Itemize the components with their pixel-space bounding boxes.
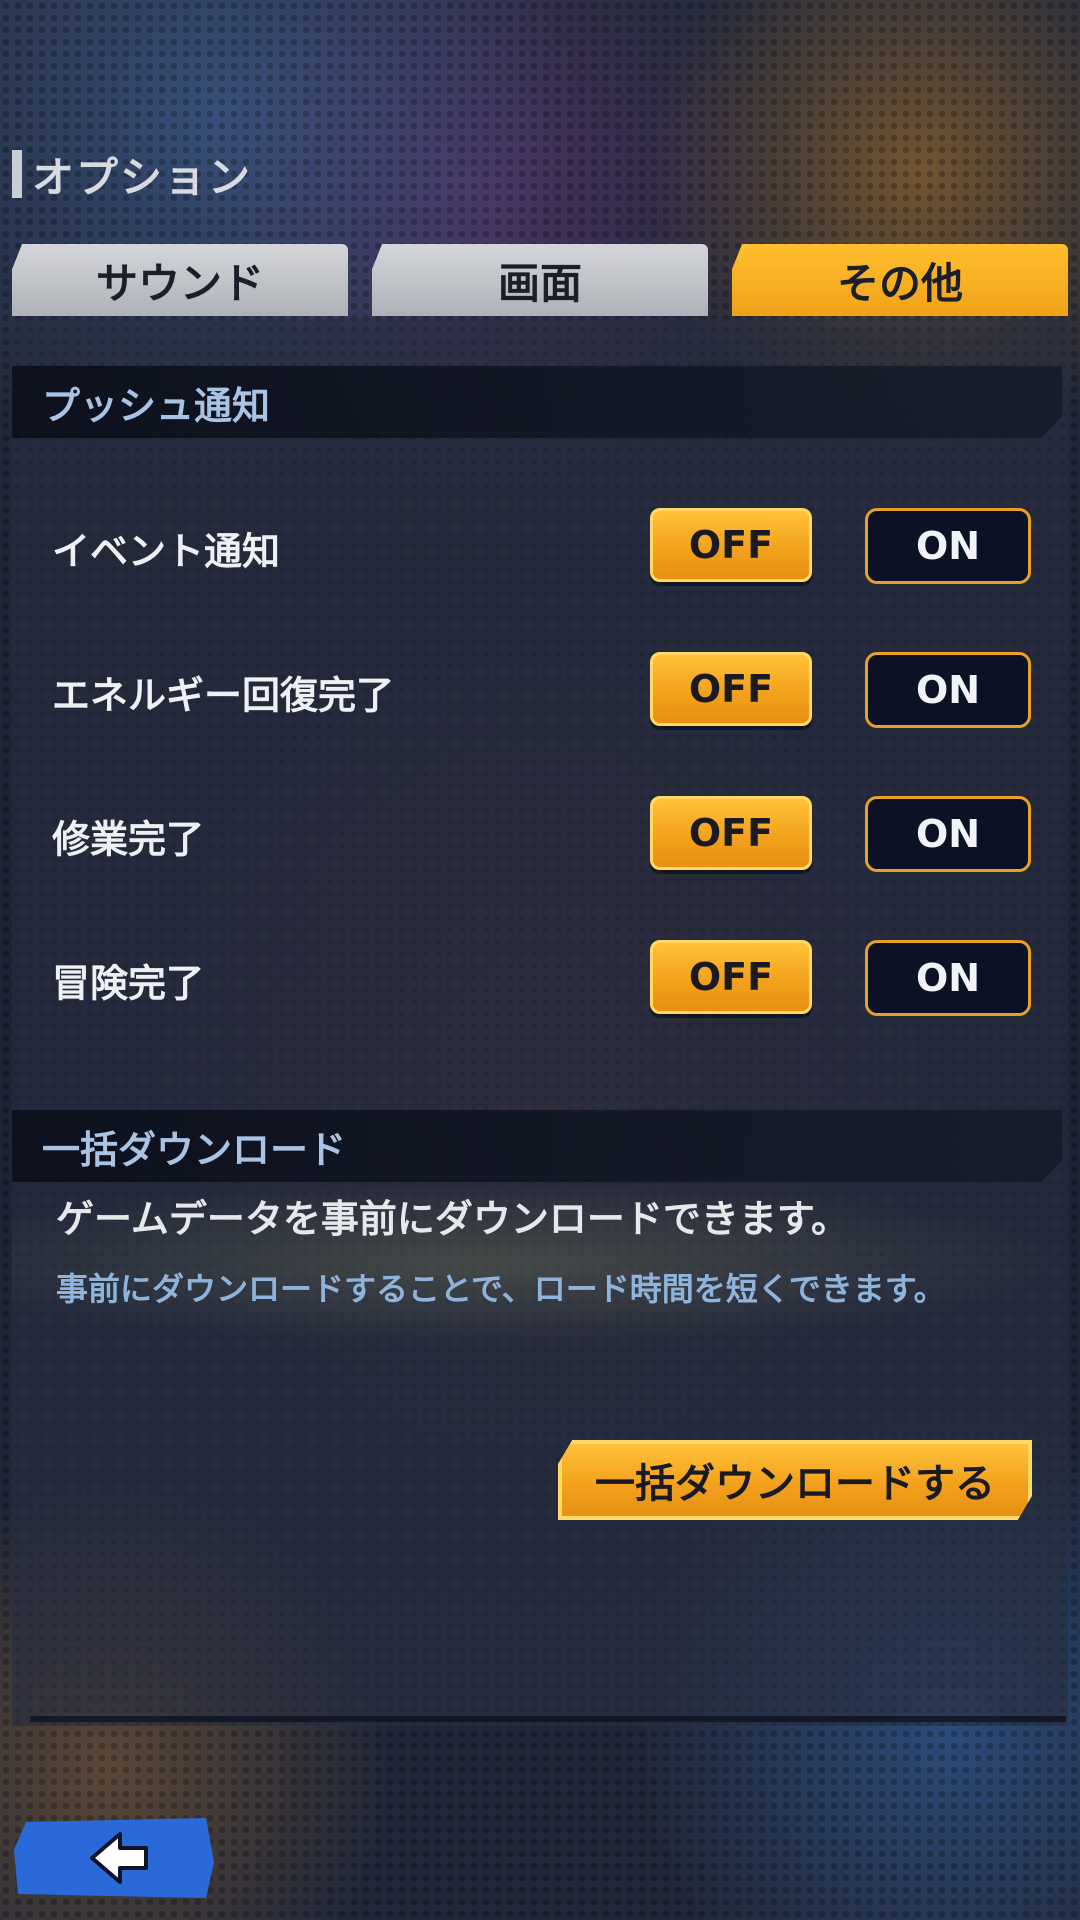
tab-other[interactable]: その他 [732, 244, 1068, 316]
download-description: ゲームデータを事前にダウンロードできます。 [56, 1197, 850, 1241]
push-row-label: エネルギー回復完了 [52, 673, 395, 718]
bulk-download-heading-text: 一括ダウンロード [42, 1127, 347, 1172]
tab-sound[interactable]: サウンド [12, 244, 348, 316]
back-arrow-icon [90, 1832, 148, 1884]
event-on-button[interactable]: ON [865, 508, 1031, 584]
push-notification-heading-text: プッシュ通知 [42, 383, 271, 428]
push-notification-heading: プッシュ通知 [12, 366, 1062, 438]
page-title: オプション [12, 150, 252, 202]
bulk-download-heading: 一括ダウンロード [12, 1110, 1062, 1182]
bulk-download-button[interactable]: 一括ダウンロードする [558, 1440, 1032, 1520]
training-on-button[interactable]: ON [865, 796, 1031, 872]
adventure-off-button[interactable]: OFF [650, 940, 812, 1014]
push-row-energy: エネルギー回復完了 OFF ON [52, 652, 1032, 732]
title-accent-bar [12, 150, 22, 198]
training-off-button[interactable]: OFF [650, 796, 812, 870]
push-row-label: 冒険完了 [52, 961, 205, 1006]
push-row-label: イベント通知 [52, 529, 281, 574]
download-note: 事前にダウンロードすることで、ロード時間を短くできます。 [56, 1270, 946, 1308]
tab-screen[interactable]: 画面 [372, 244, 708, 316]
back-button[interactable] [14, 1818, 214, 1898]
energy-on-button[interactable]: ON [865, 652, 1031, 728]
push-row-event: イベント通知 OFF ON [52, 508, 1032, 588]
page-title-text: オプション [32, 152, 253, 202]
adventure-on-button[interactable]: ON [865, 940, 1031, 1016]
push-row-adventure: 冒険完了 OFF ON [52, 940, 1032, 1020]
panel-bottom-edge [30, 1716, 1066, 1722]
push-row-label: 修業完了 [52, 817, 205, 862]
event-off-button[interactable]: OFF [650, 508, 812, 582]
energy-off-button[interactable]: OFF [650, 652, 812, 726]
push-row-training: 修業完了 OFF ON [52, 796, 1032, 876]
